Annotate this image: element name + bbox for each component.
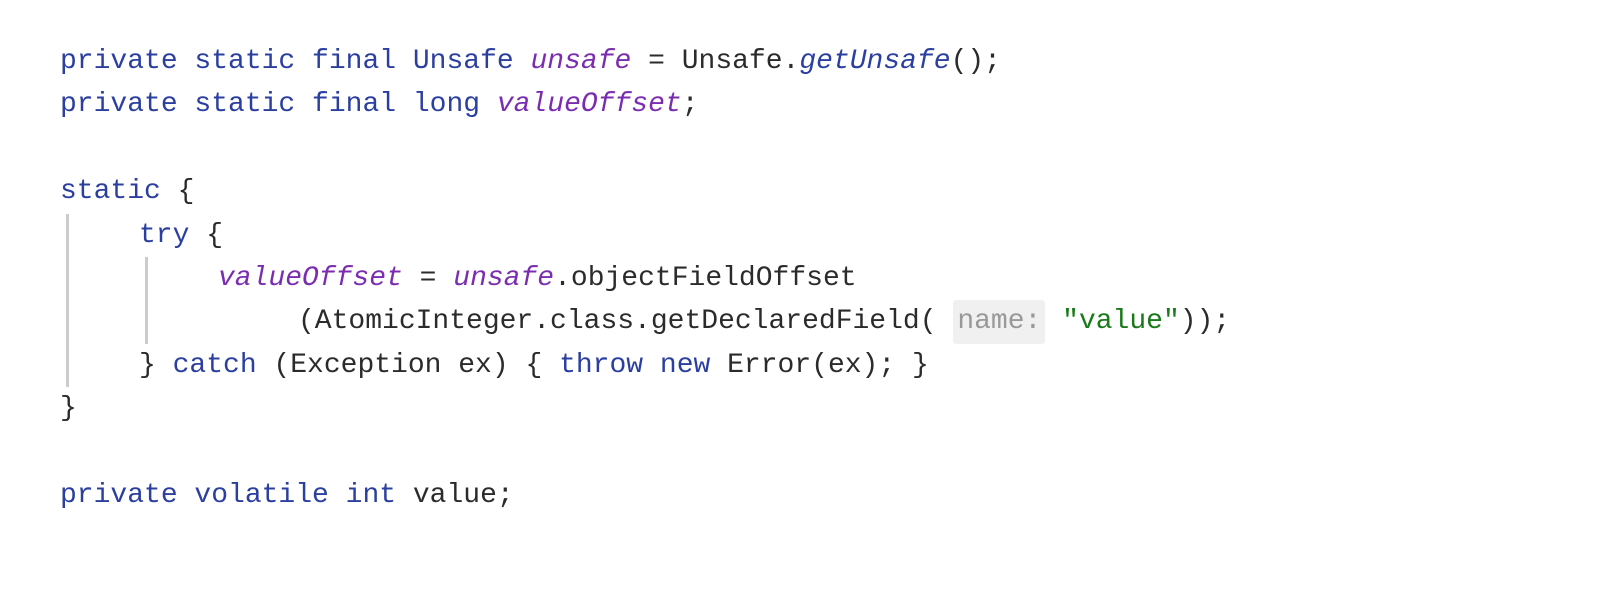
- method-name: getUnsafe: [799, 40, 950, 83]
- blank-line-2: [60, 431, 1562, 474]
- blank-line: [60, 127, 1562, 170]
- gutter-outer: try { valueOffset = unsafe.objectFieldOf…: [60, 214, 1562, 388]
- code-line-8: }: [60, 387, 1562, 430]
- code-line-2: private static final long valueOffset;: [60, 83, 1562, 126]
- keyword: long: [413, 83, 497, 126]
- plain-text: Error(ex); }: [710, 344, 928, 387]
- keyword: private static final: [60, 40, 413, 83]
- keyword: try: [139, 214, 189, 257]
- code-line-5: valueOffset = unsafe.objectFieldOffset: [218, 257, 1562, 300]
- keyword: private volatile: [60, 474, 346, 517]
- parameter-label: name:: [953, 300, 1045, 343]
- plain-text: [1045, 300, 1062, 343]
- plain-text: ));: [1180, 300, 1230, 343]
- variable: valueOffset: [497, 83, 682, 126]
- code-line-6: (AtomicInteger.class.getDeclaredField( n…: [218, 300, 1562, 343]
- variable: unsafe: [530, 40, 631, 83]
- keyword: private static final: [60, 83, 413, 126]
- code-line-7: } catch (Exception ex) { throw new Error…: [139, 344, 1562, 387]
- plain-text: = Unsafe.: [631, 40, 799, 83]
- variable: valueOffset: [218, 257, 403, 300]
- plain-text: }: [139, 344, 173, 387]
- code-line-9: private volatile int value;: [60, 474, 1562, 517]
- gutter-outer-content: try { valueOffset = unsafe.objectFieldOf…: [69, 214, 1562, 388]
- plain-text: (Exception ex) {: [257, 344, 559, 387]
- plain-text: {: [161, 170, 195, 213]
- code-line-4: try {: [139, 214, 1562, 257]
- plain-text: [643, 344, 660, 387]
- keyword: static: [60, 170, 161, 213]
- type-name: Unsafe: [413, 40, 531, 83]
- gutter-inner-content: valueOffset = unsafe.objectFieldOffset (…: [148, 257, 1562, 344]
- plain-text: ();: [951, 40, 1001, 83]
- code-line-3: static {: [60, 170, 1562, 213]
- code-block: private static final Unsafe unsafe = Uns…: [60, 40, 1562, 517]
- plain-text: =: [403, 257, 453, 300]
- plain-text: value;: [396, 474, 514, 517]
- keyword: new: [660, 344, 710, 387]
- plain-text: }: [60, 387, 77, 430]
- keyword: catch: [173, 344, 257, 387]
- plain-text: .objectFieldOffset: [554, 257, 856, 300]
- plain-text: (AtomicInteger.class.getDeclaredField(: [298, 300, 953, 343]
- keyword: throw: [559, 344, 643, 387]
- plain-text: ;: [682, 83, 699, 126]
- plain-text: {: [189, 214, 223, 257]
- gutter-inner: valueOffset = unsafe.objectFieldOffset (…: [139, 257, 1562, 344]
- code-line-1: private static final Unsafe unsafe = Uns…: [60, 40, 1562, 83]
- variable: unsafe: [453, 257, 554, 300]
- string-value: "value": [1062, 300, 1180, 343]
- keyword: int: [346, 474, 396, 517]
